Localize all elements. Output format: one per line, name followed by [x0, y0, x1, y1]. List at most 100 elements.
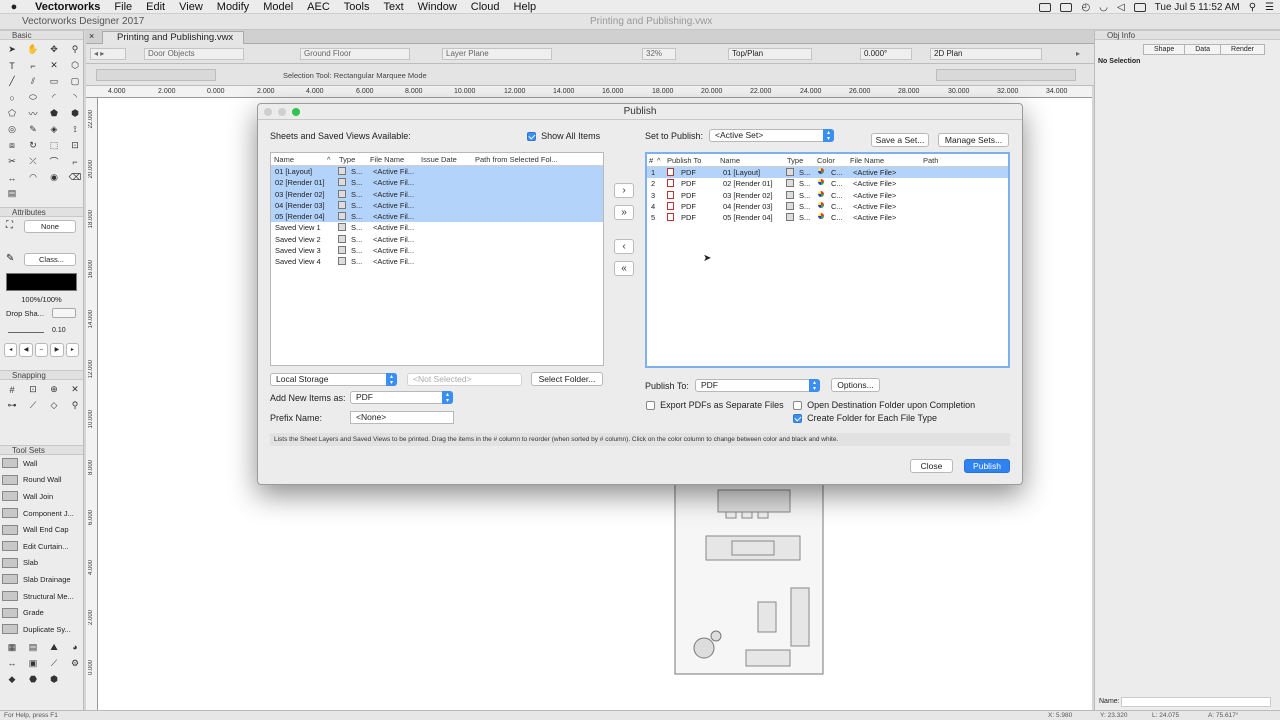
current-view-select[interactable]: Top/Plan	[728, 48, 812, 60]
tab-render[interactable]: Render	[1220, 44, 1266, 55]
list-item[interactable]: 05 [Render 04] S... <Active Fil...	[271, 211, 603, 223]
render-mode-select[interactable]: 2D Plan	[930, 48, 1042, 60]
zoom-window-icon[interactable]	[292, 108, 300, 116]
col-type[interactable]: Type	[787, 156, 803, 165]
arrowhead-left-icon[interactable]: ◀	[19, 343, 33, 357]
list-item[interactable]: 04 [Render 03] S... <Active Fil...	[271, 199, 603, 212]
list-item[interactable]: 02 [Render 01] S... <Active Fil...	[271, 177, 603, 189]
sheet-tool-icon[interactable]: ▤	[2, 186, 22, 201]
menu-edit[interactable]: Edit	[139, 1, 172, 13]
visibility-tool-icon[interactable]: ◉	[44, 170, 64, 185]
snap-mode-buttons[interactable]	[936, 69, 1076, 81]
tab-document[interactable]: Printing and Publishing.vwx	[102, 31, 245, 44]
snap-grid-icon[interactable]: #	[2, 382, 22, 397]
pan-tool-icon[interactable]: ✋	[23, 42, 43, 57]
line-weight-slider[interactable]	[8, 332, 44, 333]
manage-sets-button[interactable]: Manage Sets...	[938, 133, 1009, 147]
tool-round-wall[interactable]: Round Wall	[0, 472, 83, 489]
battery-icon[interactable]	[1133, 2, 1146, 12]
col-name[interactable]: Name	[274, 155, 294, 164]
snap-tangent-icon[interactable]: ⟋	[23, 398, 43, 413]
freehand-tool-icon[interactable]: 〰	[23, 106, 43, 121]
toolset-visualization-icon[interactable]: ◕	[65, 640, 85, 655]
attribute-mapping-icon[interactable]: ◈	[44, 122, 64, 137]
close-window-icon[interactable]	[264, 108, 272, 116]
options-button[interactable]: Options...	[831, 378, 880, 392]
menu-tools[interactable]: Tools	[337, 1, 377, 13]
arc-length-icon[interactable]: ◠	[23, 170, 43, 185]
offset-tool-icon[interactable]: ⟟	[65, 122, 85, 137]
connect-tool-icon[interactable]: ⤫	[23, 154, 43, 169]
table-row[interactable]: 2 PDF 02 [Render 01] S... C... <Active File>	[647, 178, 1008, 189]
color-mode-icon[interactable]	[818, 190, 824, 197]
col-publish-to[interactable]: Publish To	[667, 156, 701, 165]
text-tool-icon[interactable]: T	[2, 58, 22, 73]
notification-icon[interactable]: ☰	[1265, 2, 1274, 13]
selection-tool-icon[interactable]: ➤	[2, 42, 22, 57]
list-item[interactable]: 03 [Render 02] S... <Active Fil...	[271, 188, 603, 200]
rectangle-tool-icon[interactable]: ▭	[44, 74, 64, 89]
toolset-dims-icon[interactable]: ↔	[2, 656, 22, 671]
active-class-select[interactable]: Door Objects	[144, 48, 244, 60]
tool-duplicate-symbol[interactable]: Duplicate Sy...	[0, 621, 83, 638]
show-all-checkbox[interactable]: Show All Items	[527, 130, 600, 142]
view-bar-more-icon[interactable]: ▸	[1076, 49, 1080, 58]
menu-model[interactable]: Model	[256, 1, 300, 13]
col-type[interactable]: Type	[339, 155, 355, 164]
list-item[interactable]: Saved View 3 S... <Active Fil...	[271, 245, 603, 256]
opacity-value[interactable]: 100%/100%	[0, 295, 83, 304]
prefix-field[interactable]: <None>	[350, 411, 454, 424]
toolset-building-shell-icon[interactable]: ▦	[2, 640, 22, 655]
chamfer-tool-icon[interactable]: ⌐	[65, 154, 85, 169]
sort-asc-icon[interactable]: ^	[327, 155, 331, 164]
toolset-3d-modeling-icon[interactable]: ◆	[2, 672, 22, 687]
col-name[interactable]: Name	[720, 156, 740, 165]
nav-back-forward[interactable]: ◂ ▸	[90, 48, 126, 60]
selection-mode-buttons[interactable]	[96, 69, 216, 81]
col-path[interactable]: Path	[923, 156, 938, 165]
tool-slab-drainage[interactable]: Slab Drainage	[0, 571, 83, 588]
remove-all-button[interactable]: «	[614, 261, 634, 276]
tab-data[interactable]: Data	[1184, 44, 1222, 55]
locus-tool-icon[interactable]: ⬡	[65, 58, 85, 73]
arrowhead-both-icon[interactable]: ⇔	[34, 343, 49, 357]
menu-window[interactable]: Window	[411, 1, 464, 13]
name-field[interactable]	[1121, 697, 1271, 707]
eraser-tool-icon[interactable]: ⌫	[65, 170, 85, 185]
minimize-window-icon[interactable]	[278, 108, 286, 116]
menu-text[interactable]: Text	[376, 1, 410, 13]
rounded-rect-icon[interactable]: ▢	[65, 74, 85, 89]
menu-app[interactable]: Vectorworks	[28, 1, 107, 13]
set-to-publish-select[interactable]: <Active Set> ▴ ▾	[709, 129, 834, 142]
circle-tool-icon[interactable]: ○	[2, 90, 22, 105]
apple-icon[interactable]: ●	[0, 1, 28, 13]
toolset-site-icon[interactable]: ⛰	[44, 640, 64, 655]
rotate-tool-icon[interactable]: ↻	[23, 138, 43, 153]
color-mode-icon[interactable]	[818, 168, 824, 174]
fillet-tool-icon[interactable]: ⌒	[44, 154, 64, 169]
arrowhead-end-icon[interactable]: ▸	[65, 343, 80, 357]
available-list[interactable]: Name ^ Type File Name Issue Date Path fr…	[270, 152, 604, 366]
tool-grade[interactable]: Grade	[0, 604, 83, 621]
clip-tool-icon[interactable]: ⊡	[65, 138, 85, 153]
toolset-space-icon[interactable]: ⬢	[44, 672, 64, 687]
pen-style-select[interactable]: Class...	[24, 253, 76, 266]
table-row[interactable]: 5 PDF 05 [Render 04] S... C... <Active File>	[647, 212, 1008, 223]
flyover-tool-icon[interactable]: ✥	[44, 42, 64, 57]
publish-button[interactable]: Publish	[964, 459, 1010, 473]
export-separate-checkbox[interactable]: Export PDFs as Separate Files	[646, 399, 784, 411]
snap-working-plane-icon[interactable]: ⚲	[65, 398, 85, 413]
storage-select[interactable]: Local Storage ▴ ▾	[270, 373, 397, 386]
double-polygon-icon[interactable]: ⬢	[65, 106, 85, 121]
tool-component-join[interactable]: Component J...	[0, 505, 83, 522]
layer-plane-select[interactable]: Layer Plane	[442, 48, 552, 60]
snap-angle-icon[interactable]: ⊕	[44, 382, 64, 397]
snap-distance-icon[interactable]: ⊶	[2, 398, 22, 413]
arrowhead-right-icon[interactable]: ▶	[50, 343, 64, 357]
clock-text[interactable]: Tue Jul 5 11:52 AM	[1155, 2, 1240, 13]
toolset-objects-icon[interactable]: ▣	[23, 656, 43, 671]
color-mode-icon[interactable]	[818, 179, 824, 186]
spotlight-icon[interactable]: ⚲	[1249, 2, 1256, 13]
list-item[interactable]: 01 [Layout] S... <Active Fil...	[271, 166, 603, 178]
quarter-arc-icon[interactable]: ◝	[65, 90, 85, 105]
